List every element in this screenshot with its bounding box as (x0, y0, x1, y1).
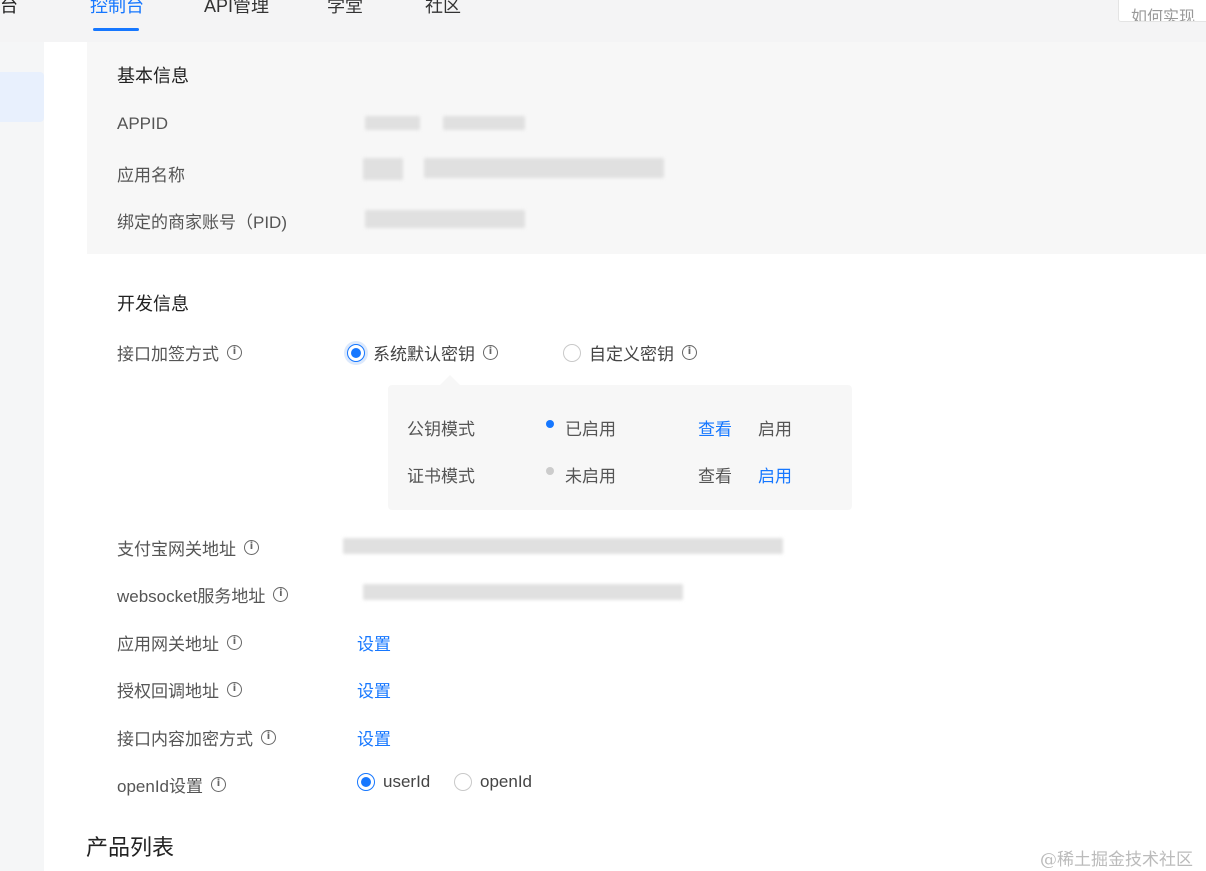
cert-enable-link[interactable]: 启用 (758, 462, 792, 487)
sign-method-label: 接口加签方式 i (117, 340, 242, 365)
info-icon[interactable]: i (682, 345, 697, 360)
top-nav: 台 控制台 API管理 学堂 社区 如何实现 (0, 0, 1206, 42)
websocket-value-redacted (363, 584, 683, 600)
default-key-label: 系统默认密钥 (373, 345, 475, 364)
search-input[interactable]: 如何实现 (1118, 0, 1206, 22)
status-dot-enabled (546, 420, 554, 428)
public-key-enable-link: 启用 (758, 420, 792, 439)
sidebar (0, 42, 44, 871)
tab-academy[interactable]: 学堂 (327, 0, 363, 18)
popover-arrow (440, 375, 460, 385)
key-mode-popover (388, 385, 852, 510)
gateway-label: 支付宝网关地址 i (117, 535, 259, 560)
auth-callback-set-link[interactable]: 设置 (357, 677, 391, 702)
info-icon[interactable]: i (273, 587, 289, 602)
cert-mode-label: 证书模式 (407, 467, 475, 486)
websocket-label: websocket服务地址 i (117, 582, 289, 607)
public-key-status: 已启用 (565, 420, 616, 439)
userid-label: userId (383, 772, 431, 791)
pid-value-redacted (365, 210, 525, 228)
app-gateway-set-link[interactable]: 设置 (357, 630, 391, 655)
sidebar-item-active[interactable] (0, 72, 44, 122)
websocket-label-text: websocket服务地址 (117, 587, 266, 606)
info-icon[interactable]: i (211, 777, 226, 792)
nav-partial-title: 台 (0, 0, 18, 16)
appid-value-redacted (443, 116, 525, 130)
app-gateway-label-text: 应用网关地址 (117, 635, 219, 654)
radio-custom-key[interactable] (563, 343, 581, 362)
dev-info-title: 开发信息 (117, 294, 189, 314)
openid-option-openid[interactable]: openId (454, 772, 532, 792)
appid-value-redacted (365, 116, 420, 130)
app-name-value-redacted (363, 158, 403, 180)
custom-key-label: 自定义密钥 (589, 345, 674, 364)
info-icon[interactable]: i (261, 730, 276, 745)
openid-label: openId (480, 772, 532, 791)
public-key-mode-label: 公钥模式 (407, 420, 475, 439)
tab-console[interactable]: 控制台 (90, 0, 144, 18)
basic-info-title: 基本信息 (117, 66, 189, 86)
sign-option-default[interactable]: 系统默认密钥 i (347, 340, 498, 365)
content-encrypt-label: 接口内容加密方式 i (117, 725, 276, 750)
search-placeholder: 如何实现 (1131, 9, 1196, 22)
radio-default-key[interactable] (347, 343, 365, 362)
app-gateway-label: 应用网关地址 i (117, 630, 242, 655)
sign-method-label-text: 接口加签方式 (117, 345, 219, 364)
product-list-title: 产品列表 (86, 835, 175, 860)
public-key-view-link[interactable]: 查看 (698, 415, 732, 440)
tab-community[interactable]: 社区 (425, 0, 461, 18)
radio-openid[interactable] (454, 773, 472, 791)
pid-label: 绑定的商家账号（PID) (117, 213, 287, 232)
gateway-value-redacted (343, 538, 783, 554)
app-name-label: 应用名称 (117, 166, 185, 185)
info-icon[interactable]: i (483, 345, 498, 360)
info-icon[interactable]: i (244, 540, 259, 555)
openid-setting-label-text: openId设置 (117, 777, 203, 796)
openid-option-userid[interactable]: userId (357, 772, 430, 792)
cert-view-link: 查看 (698, 467, 732, 486)
app-name-value-redacted (424, 158, 664, 178)
radio-userid[interactable] (357, 773, 375, 791)
status-dot-disabled (546, 467, 554, 475)
openid-setting-label: openId设置 i (117, 772, 226, 797)
tab-api-management[interactable]: API管理 (204, 0, 269, 18)
content-encrypt-label-text: 接口内容加密方式 (117, 730, 253, 749)
watermark: @稀土掘金技术社区 (1040, 850, 1193, 870)
auth-callback-label-text: 授权回调地址 (117, 682, 219, 701)
gateway-label-text: 支付宝网关地址 (117, 540, 236, 559)
content-encrypt-set-link[interactable]: 设置 (357, 725, 391, 750)
info-icon[interactable]: i (227, 682, 242, 697)
info-icon[interactable]: i (227, 345, 242, 360)
sign-option-custom[interactable]: 自定义密钥 i (563, 340, 697, 365)
auth-callback-label: 授权回调地址 i (117, 677, 242, 702)
active-tab-indicator (93, 28, 139, 31)
info-icon[interactable]: i (227, 635, 242, 650)
appid-label: APPID (117, 114, 169, 133)
cert-status: 未启用 (565, 467, 616, 486)
